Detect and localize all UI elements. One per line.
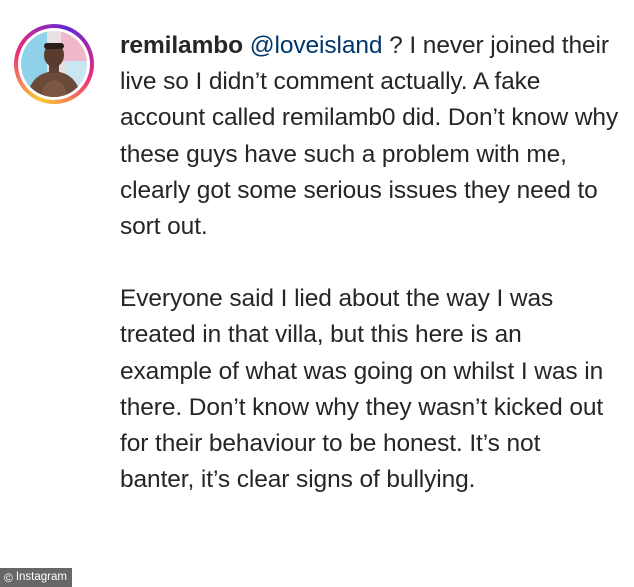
copyright-icon: ©	[4, 570, 13, 585]
credit-label: Instagram	[15, 571, 67, 583]
username-link[interactable]: remilambo	[120, 32, 243, 59]
comment-text-1: ? I never joined their live so I didn’t …	[120, 32, 619, 241]
avatar[interactable]	[14, 24, 94, 104]
avatar-photo	[21, 31, 87, 97]
mention-link[interactable]: @loveisland	[250, 32, 383, 59]
comment-body: remilambo @loveisland ? I never joined t…	[120, 28, 620, 498]
photo-credit: © Instagram	[0, 568, 72, 587]
comment-paragraph-1: remilambo @loveisland ? I never joined t…	[120, 28, 620, 245]
comment-paragraph-2: Everyone said I lied about the way I was…	[120, 285, 604, 494]
avatar-border	[18, 28, 90, 100]
